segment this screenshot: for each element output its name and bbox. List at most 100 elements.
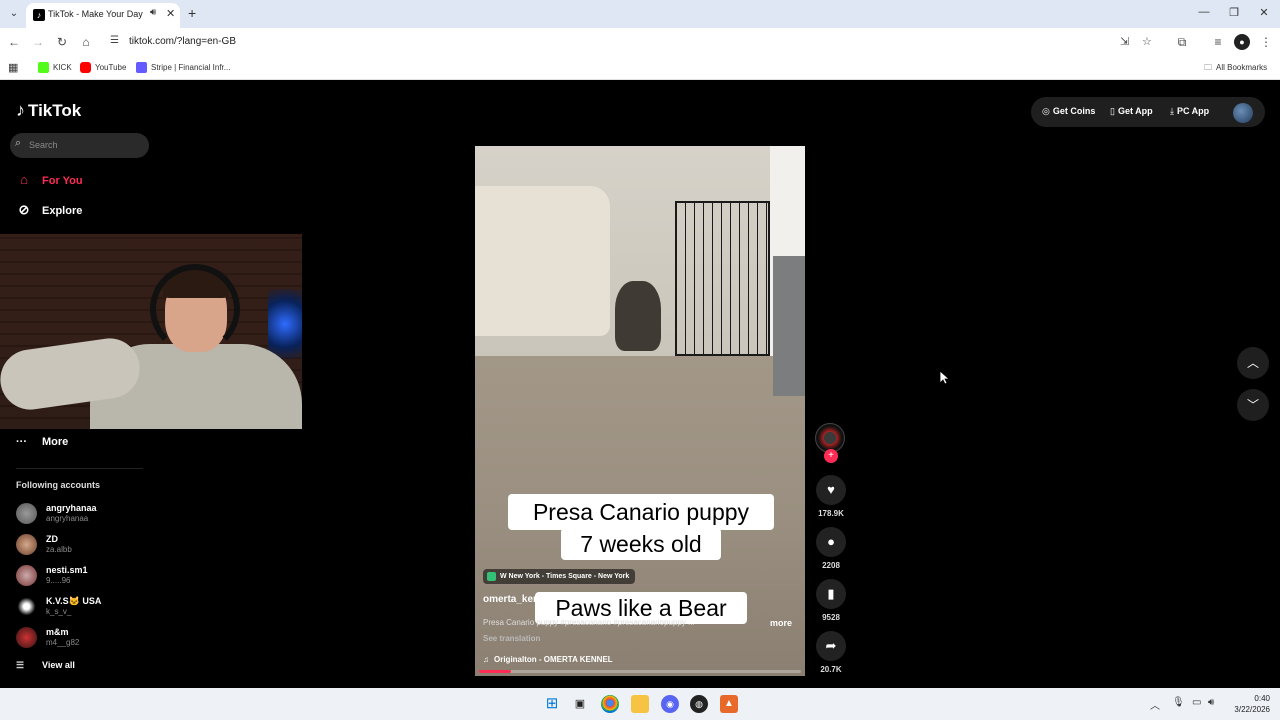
new-tab-button[interactable]: + [188, 5, 196, 21]
follow-plus-icon[interactable]: + [824, 449, 838, 463]
windows-start-icon[interactable]: ⊞ [543, 695, 561, 713]
reload-icon[interactable]: ↻ [54, 34, 70, 50]
bookmark-star-icon[interactable]: ☆ [1142, 35, 1152, 48]
app-icon[interactable]: ▲ [720, 695, 738, 713]
puppy [615, 281, 661, 351]
all-bookmarks[interactable]: 🗀 All Bookmarks [1204, 61, 1267, 75]
download-icon: ⤓ [1170, 106, 1174, 116]
clock-time: 0:40 [1254, 694, 1270, 703]
discord-icon[interactable]: ◉ [661, 695, 679, 713]
nav-more[interactable]: ··· More [16, 436, 68, 448]
tab-close-icon[interactable]: ✕ [166, 7, 175, 20]
video-sound[interactable]: ♫ Originalton - OMERTA KENNEL [483, 655, 613, 664]
volume-icon[interactable]: 🔊︎ [1208, 697, 1214, 708]
location-tag[interactable]: W New York - Times Square - New York [483, 569, 636, 584]
save-button[interactable]: ▮ 9528 [815, 579, 847, 622]
chrome-icon[interactable] [601, 695, 619, 713]
file-explorer-icon[interactable] [631, 695, 649, 713]
following-account[interactable]: ZD za.albb [16, 532, 166, 558]
network-icon[interactable]: ▭ [1192, 697, 1201, 708]
sidebar-divider [16, 468, 143, 469]
task-view-icon[interactable]: ▣ [571, 695, 589, 713]
taskbar-clock[interactable]: 0:40 3/22/2026 [1222, 693, 1270, 715]
tiktok-favicon-icon: ♪ [33, 9, 45, 21]
pc-app-button[interactable]: ⤓ PC App [1170, 106, 1209, 117]
nav-for-you[interactable]: ⌂ For You [16, 170, 82, 190]
back-icon[interactable]: ← [6, 34, 22, 50]
next-video-button[interactable]: ﹀ [1237, 389, 1269, 421]
nav-explore[interactable]: ⊘ Explore [16, 200, 83, 220]
microphone-icon[interactable]: 🎙︎ [1172, 697, 1185, 708]
kick-icon [38, 62, 49, 74]
bookmark-stripe[interactable]: Stripe | Financial Infr... [136, 61, 230, 75]
profile-icon[interactable]: ● [1234, 34, 1250, 50]
search-input[interactable]: ⌕ Search [10, 133, 149, 158]
compass-icon: ⊘ [18, 202, 30, 217]
header-actions: ◎ Get Coins ▯ Get App ⤓ PC App [1031, 97, 1265, 127]
youtube-icon [80, 62, 91, 74]
search-placeholder: Search [29, 140, 58, 150]
tiktok-page: ♪ TikTok ⌕ Search ⌂ For You ⊘ Explore ··· Mo… [0, 80, 1280, 688]
window-close-icon[interactable]: ✕ [1256, 6, 1272, 19]
windows-taskbar: ⊞ ▣ ◉ ◍ ▲ ︿ 🎙︎ ▭ 🔊︎ 0:40 3/22/2026 [0, 688, 1280, 720]
description-more-link[interactable]: more [770, 618, 792, 628]
following-account[interactable]: m&m m4__g82 [16, 625, 166, 651]
avatar [16, 503, 37, 524]
location-icon [487, 572, 496, 581]
share-icon: ➦ [816, 631, 846, 661]
avatar [16, 565, 37, 586]
comment-count: 2208 [822, 561, 840, 570]
tiktok-note-icon: ♪ [16, 100, 25, 120]
forward-icon[interactable]: → [30, 34, 46, 50]
video-progress-bar[interactable] [479, 670, 801, 673]
following-account[interactable]: angryhanaa angryhanaa [16, 501, 166, 527]
speaker-icon[interactable]: 🔊︎ [150, 7, 156, 18]
tray-chevron-icon[interactable]: ︿ [1150, 697, 1160, 712]
see-translation-link[interactable]: See translation [483, 634, 540, 643]
previous-video-button[interactable]: ︿ [1237, 347, 1269, 379]
more-dots-icon: ··· [16, 436, 27, 448]
like-button[interactable]: ♥ 178.9K [815, 475, 847, 518]
tab-search-icon[interactable]: ⌄ [6, 6, 22, 22]
following-account[interactable]: K.V.S🐱 USA k_s_v_ [16, 594, 166, 620]
chevron-up-icon: ︿ [1246, 356, 1259, 370]
site-info-icon[interactable]: ☰ [110, 35, 119, 46]
share-button[interactable]: ➦ 20.7K [815, 631, 847, 674]
view-all-link[interactable]: ☰ View all [16, 660, 75, 671]
video-username[interactable]: omerta_kennel [483, 594, 554, 605]
browser-titlebar: ⌄ ♪ TikTok - Make Your Day 🔊︎ ✕ + — ❐ ✕ [0, 0, 1280, 28]
restore-icon[interactable]: ❐ [1226, 6, 1242, 19]
tiktok-logo[interactable]: ♪ TikTok [16, 100, 81, 121]
profile-avatar[interactable] [1233, 103, 1253, 123]
save-count: 9528 [822, 613, 840, 622]
following-account[interactable]: nesti.sm1 9.....96 [16, 563, 166, 589]
list-icon: ☰ [16, 660, 25, 670]
video-caption-line2: 7 weeks old [561, 528, 721, 560]
avatar [16, 534, 37, 555]
bookmark-kick[interactable]: KICK [38, 61, 72, 75]
comment-icon: ● [816, 527, 846, 557]
address-bar[interactable]: ☰ tiktok.com/?lang=en-GB ⇲ ☆ [104, 31, 1164, 53]
extensions-icon[interactable]: ⧉ [1174, 34, 1190, 50]
url-text: tiktok.com/?lang=en-GB [129, 36, 236, 47]
browser-tab[interactable]: ♪ TikTok - Make Your Day 🔊︎ ✕ [26, 3, 180, 28]
heart-icon: ♥ [816, 475, 846, 505]
browser-toolbar: ← → ↻ ⌂ ☰ tiktok.com/?lang=en-GB ⇲ ☆ ⧉ ≡… [0, 28, 1280, 56]
media-icon[interactable]: ≡ [1210, 34, 1226, 50]
avatar [16, 596, 37, 617]
menu-icon[interactable]: ⋮ [1258, 34, 1274, 50]
minimize-icon[interactable]: — [1196, 6, 1212, 18]
tab-title: TikTok - Make Your Day [48, 9, 143, 19]
share-count: 20.7K [820, 665, 842, 674]
video-player[interactable]: Presa Canario puppy 7 weeks old Paws lik… [475, 146, 805, 676]
music-note-icon: ♫ [483, 655, 489, 664]
get-app-button[interactable]: ▯ Get App [1110, 106, 1153, 117]
get-coins-button[interactable]: ◎ Get Coins [1042, 106, 1095, 117]
home-icon[interactable]: ⌂ [78, 34, 94, 50]
install-app-icon[interactable]: ⇲ [1120, 35, 1129, 48]
following-heading: Following accounts [16, 480, 101, 490]
apps-icon[interactable]: ▦ [8, 61, 18, 75]
comment-button[interactable]: ● 2208 [815, 527, 847, 570]
bookmark-youtube[interactable]: YouTube [80, 61, 126, 75]
obs-icon[interactable]: ◍ [690, 695, 708, 713]
